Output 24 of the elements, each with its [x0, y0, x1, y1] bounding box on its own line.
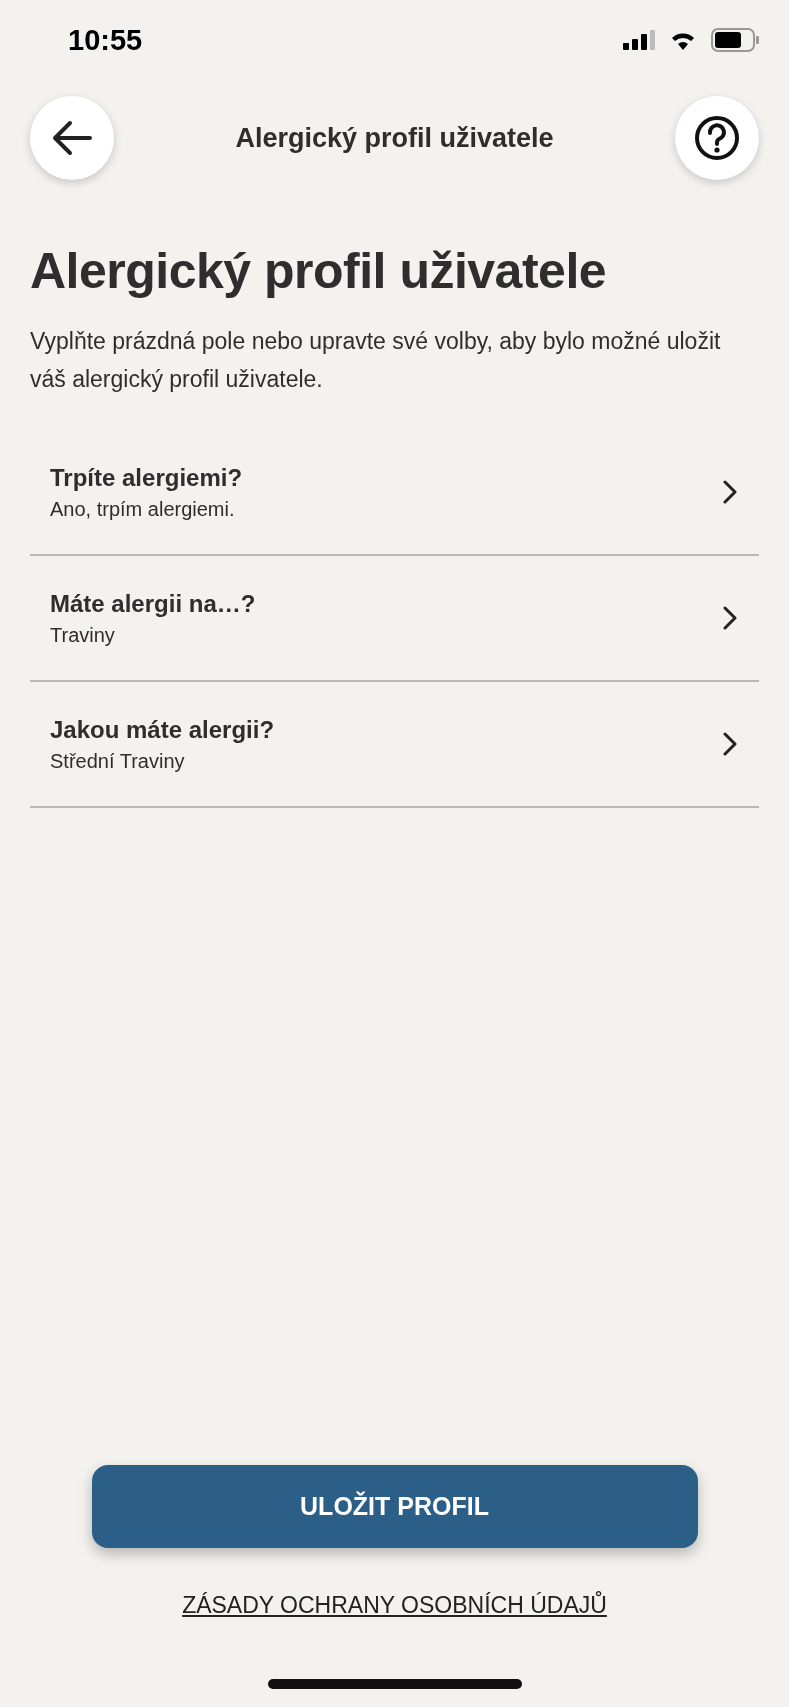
back-button[interactable] [30, 96, 114, 180]
help-button[interactable] [675, 96, 759, 180]
header-title: Alergický profil uživatele [235, 122, 554, 154]
chevron-icon [723, 480, 737, 504]
signal-icon [623, 30, 655, 50]
chevron-icon [723, 606, 737, 630]
status-time: 10:55 [68, 23, 143, 57]
page-description: Vyplňte prázdná pole nebo upravte své volby, aby bylo možné uložit váš alergický profil uživatele. [30, 327, 722, 394]
question-row[interactable]: Jakou máte alergii? Střední Traviny [30, 682, 759, 808]
back-arrow-icon [52, 120, 92, 156]
question-row[interactable]: Máte alergii na…? Traviny [30, 556, 759, 682]
question-row[interactable]: Trpíte alergiemi? Ano, trpím alergiemi. [30, 430, 759, 556]
question-answer: Ano, trpím alergiemi. [50, 497, 236, 521]
question-title: Jakou máte alergii? [50, 715, 275, 744]
save-profile-button[interactable]: ULOŽIT PROFIL [91, 1465, 698, 1548]
battery-icon [711, 28, 759, 52]
help-icon [694, 115, 740, 161]
question-title: Trpíte alergiemi? [50, 463, 243, 492]
question-answer: Střední Traviny [50, 749, 186, 773]
question-answer: Traviny [50, 623, 116, 647]
page-heading: Alergický profil uživatele [30, 242, 608, 300]
question-title: Máte alergii na…? [50, 589, 256, 618]
chevron-icon [723, 732, 737, 756]
privacy-link[interactable]: ZÁSADY OCHRANY OSOBNÍCH ÚDAJŮ [182, 1592, 607, 1619]
